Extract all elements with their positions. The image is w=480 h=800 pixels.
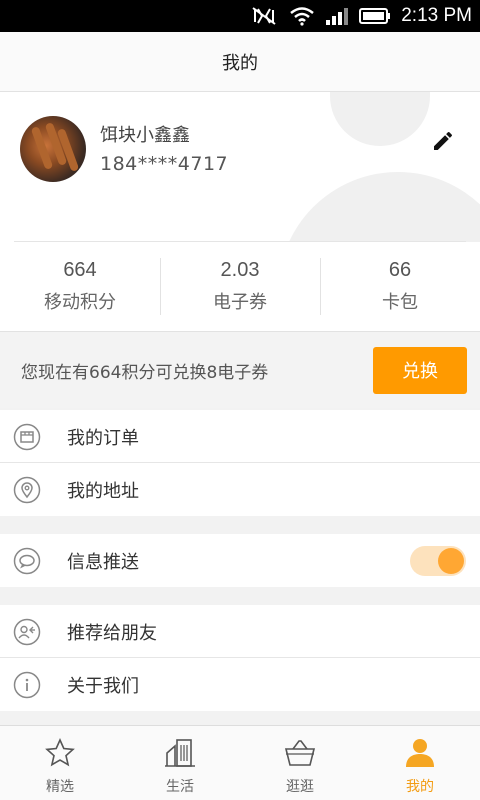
edit-profile-button[interactable]	[430, 128, 456, 154]
tab-life[interactable]: 生活	[120, 726, 240, 800]
user-name: 饵块小鑫鑫	[100, 125, 190, 146]
tab-label: 精选	[46, 779, 74, 795]
stat-value: 664	[63, 259, 97, 281]
location-pin-icon	[13, 476, 41, 504]
building-icon	[162, 736, 198, 770]
stat-card-wallet[interactable]: 66 卡包	[320, 242, 480, 331]
user-phone: 184****4717	[100, 153, 229, 175]
exchange-banner: 您现在有664积分可兑换8电子券 兑换	[0, 332, 480, 408]
stats-bar: 664 移动积分 2.03 电子券 66 卡包	[0, 242, 480, 332]
stat-label: 电子券	[213, 292, 267, 313]
star-icon	[42, 736, 78, 770]
bottom-tab-bar: 精选 生活 逛逛 我的	[0, 725, 480, 800]
stat-value: 2.03	[220, 259, 260, 281]
vibrate-mute-icon	[249, 6, 279, 26]
menu-item-label: 关于我们	[67, 675, 139, 697]
menu-item-push: 信息推送	[0, 534, 480, 587]
battery-icon	[359, 7, 391, 25]
tab-label: 我的	[406, 779, 434, 795]
stat-value: 66	[388, 259, 412, 281]
stat-label: 卡包	[382, 292, 418, 313]
push-toggle[interactable]	[410, 546, 466, 576]
stat-label: 移动积分	[44, 292, 116, 313]
avatar[interactable]	[20, 116, 86, 182]
chat-bubble-icon	[13, 547, 41, 575]
status-bar: 2:13 PM	[0, 0, 480, 32]
silhouette-head-decoration	[330, 92, 430, 146]
profile-card: 饵块小鑫鑫 184****4717	[0, 92, 480, 242]
title-bar: 我的	[0, 32, 480, 92]
menu-item-label: 信息推送	[67, 551, 139, 573]
exchange-message: 您现在有664积分可兑换8电子券	[21, 362, 269, 383]
basket-icon	[282, 736, 318, 770]
menu-item-orders[interactable]: 我的订单	[0, 410, 480, 463]
user-icon	[402, 736, 438, 770]
menu-item-label: 我的地址	[67, 480, 139, 502]
tab-label: 生活	[166, 779, 194, 795]
signal-icon	[325, 6, 349, 26]
menu-item-about[interactable]: 关于我们	[0, 658, 480, 711]
tab-mine[interactable]: 我的	[360, 726, 480, 800]
info-icon	[13, 671, 41, 699]
page-title: 我的	[222, 52, 258, 74]
tab-featured[interactable]: 精选	[0, 726, 120, 800]
silhouette-body-decoration	[278, 172, 480, 242]
tab-browse[interactable]: 逛逛	[240, 726, 360, 800]
orders-icon	[13, 423, 41, 451]
wifi-icon	[289, 6, 315, 26]
menu-item-label: 推荐给朋友	[67, 622, 157, 644]
share-friend-icon	[13, 618, 41, 646]
pencil-icon	[434, 131, 453, 150]
stat-coupons[interactable]: 2.03 电子券	[160, 242, 320, 331]
exchange-button[interactable]: 兑换	[373, 346, 467, 394]
menu-item-label: 我的订单	[67, 427, 139, 449]
menu-item-recommend[interactable]: 推荐给朋友	[0, 605, 480, 658]
status-time: 2:13 PM	[401, 5, 472, 26]
stat-points[interactable]: 664 移动积分	[0, 242, 160, 331]
menu-item-address[interactable]: 我的地址	[0, 463, 480, 516]
tab-label: 逛逛	[286, 779, 314, 795]
toggle-knob	[438, 548, 464, 574]
